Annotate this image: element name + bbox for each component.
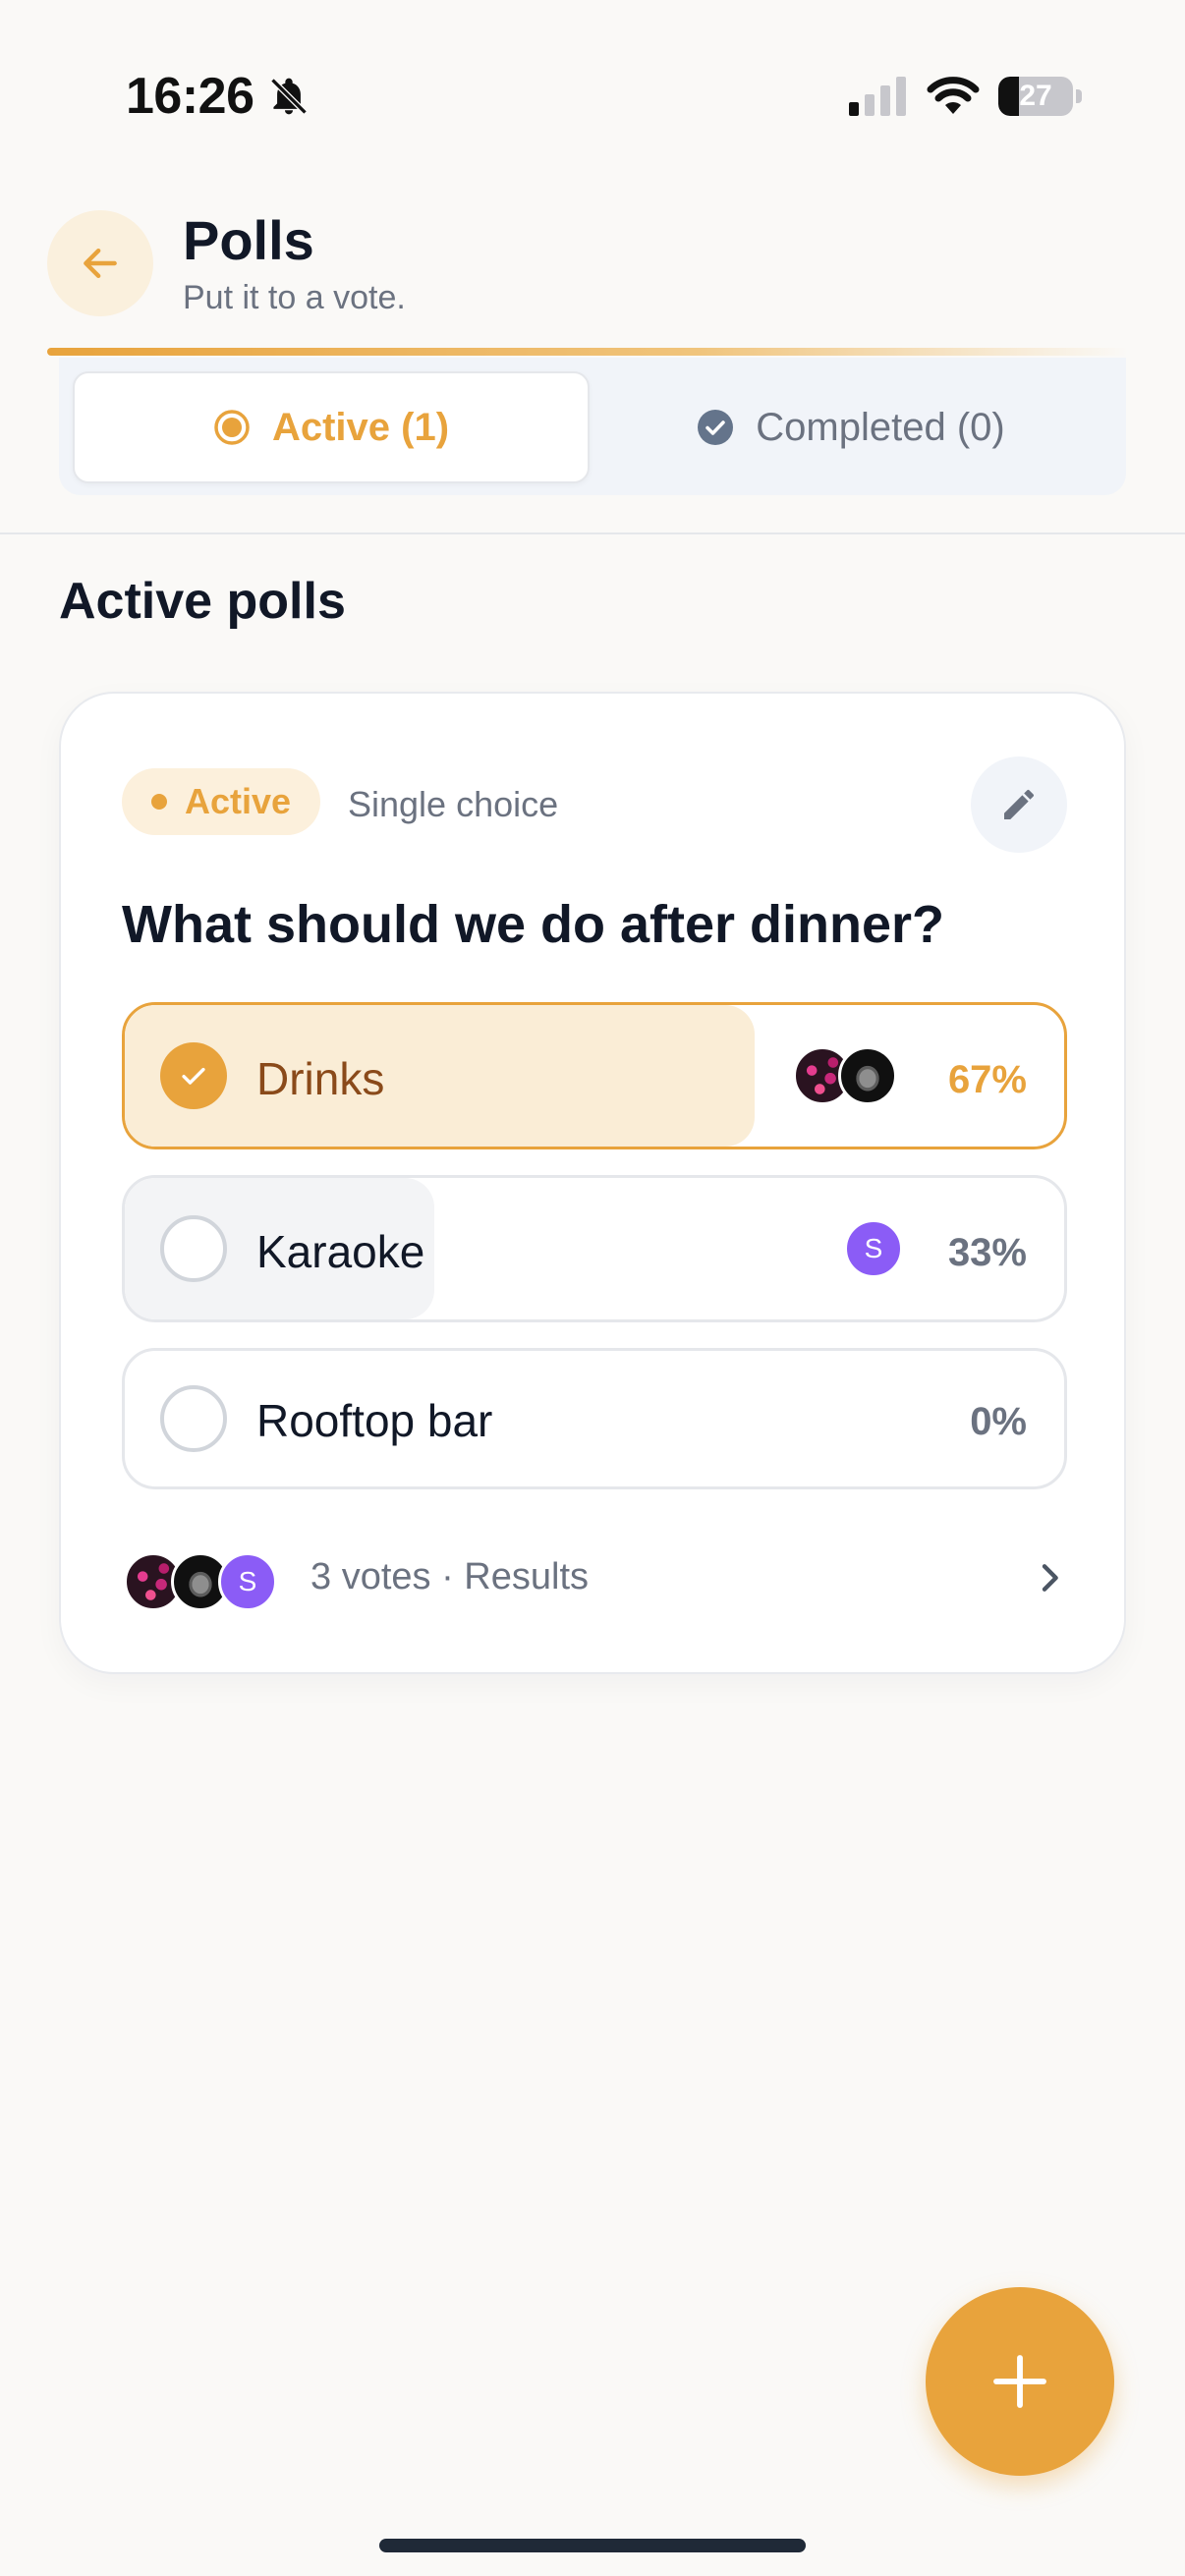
- results-link[interactable]: S: [124, 1542, 1069, 1621]
- tab-completed[interactable]: Completed (0): [590, 371, 1112, 483]
- avatar-initial: S: [864, 1233, 883, 1263]
- radio-icon: [160, 1385, 227, 1452]
- votes-summary-text: 3 votes · Results: [310, 1556, 589, 1597]
- chevron-right-icon: [1042, 1564, 1058, 1592]
- wifi-icon: [927, 77, 980, 114]
- status-badge: Active: [122, 768, 321, 835]
- status-bar: 16:26 27: [0, 0, 1185, 187]
- poll-tabs: Active (1) Completed (0): [59, 358, 1126, 495]
- option-label: Karaoke: [256, 1226, 425, 1277]
- edit-button[interactable]: [971, 756, 1067, 853]
- option-percent: 0%: [970, 1400, 1027, 1443]
- option-percent: 67%: [947, 1058, 1027, 1101]
- add-poll-button[interactable]: [926, 2287, 1114, 2476]
- battery-percent: 27: [1019, 80, 1052, 112]
- section-title: Active polls: [59, 573, 346, 630]
- divider: [0, 532, 1185, 534]
- option-label: Drinks: [256, 1053, 385, 1104]
- tab-active[interactable]: Active (1): [73, 371, 590, 483]
- header-accent-line: [47, 348, 1128, 356]
- poll-question: What should we do after dinner?: [122, 895, 944, 954]
- choice-type-label: Single choice: [348, 784, 559, 824]
- arrow-left-icon: [84, 248, 117, 279]
- avatar-initial: S: [238, 1566, 257, 1596]
- back-button[interactable]: [47, 210, 153, 316]
- tab-completed-label: Completed (0): [756, 405, 1005, 449]
- status-time: 16:26: [126, 68, 254, 125]
- status-dot-icon: [151, 794, 167, 810]
- radio-icon: [160, 1215, 227, 1282]
- battery-icon: 27: [998, 77, 1082, 116]
- option-percent: 33%: [947, 1231, 1027, 1274]
- status-badge-label: Active: [185, 781, 292, 821]
- avatar: S: [218, 1552, 277, 1611]
- pencil-icon: [1004, 789, 1034, 819]
- poll-card[interactable]: Active Single choice What should we do a…: [59, 692, 1126, 1674]
- avatar: [838, 1046, 897, 1105]
- check-circle-icon: [697, 409, 734, 446]
- cellular-signal-icon: [849, 77, 906, 116]
- bell-off-icon: [270, 78, 308, 115]
- radio-dot-icon: [213, 409, 251, 446]
- home-indicator: [379, 2539, 806, 2552]
- plus-icon: [993, 2355, 1046, 2408]
- tab-active-label: Active (1): [271, 405, 450, 449]
- poll-option-rooftop-bar[interactable]: Rooftop bar 0%: [122, 1348, 1067, 1489]
- page-subtitle: Put it to a vote.: [183, 279, 406, 316]
- check-circle-icon: [160, 1042, 227, 1109]
- page-title: Polls: [183, 209, 314, 271]
- poll-option-drinks[interactable]: Drinks 67%: [122, 1002, 1067, 1149]
- avatar: S: [844, 1219, 903, 1278]
- poll-option-karaoke[interactable]: Karaoke S 33%: [122, 1175, 1067, 1322]
- option-label: Rooftop bar: [256, 1395, 493, 1446]
